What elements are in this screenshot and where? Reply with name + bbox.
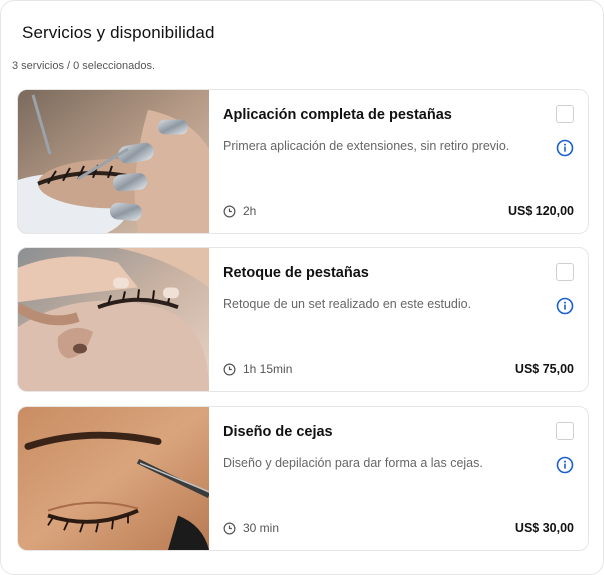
info-circle-icon[interactable] — [556, 297, 574, 315]
service-card-eyebrow-design[interactable]: Diseño de cejas Diseño y depilación para… — [17, 406, 589, 551]
service-name: Diseño de cejas — [223, 424, 333, 440]
service-image-lash-touch-up — [18, 248, 209, 391]
clock-icon — [223, 205, 236, 217]
service-name: Retoque de pestañas — [223, 265, 369, 281]
page-title: Servicios y disponibilidad — [22, 23, 215, 42]
info-circle-icon[interactable] — [556, 139, 574, 157]
duration-label: 30 min — [243, 521, 280, 535]
service-select-checkbox[interactable] — [556, 105, 574, 123]
service-description: Primera aplicación de extensiones, sin r… — [223, 139, 510, 153]
info-circle-icon[interactable] — [556, 456, 574, 474]
service-card-lash-touch-up[interactable]: Retoque de pestañas Retoque de un set re… — [17, 247, 589, 392]
clock-icon — [223, 522, 236, 534]
service-select-checkbox[interactable] — [556, 422, 574, 440]
service-price: US$ 120,00 — [507, 204, 574, 218]
service-price: US$ 75,00 — [514, 362, 574, 376]
service-image-eyebrow-design — [18, 407, 209, 550]
service-name: Aplicación completa de pestañas — [223, 107, 452, 123]
services-panel: Servicios y disponibilidad 3 servicios /… — [0, 0, 604, 575]
service-price: US$ 30,00 — [514, 521, 574, 535]
service-image-lash-application — [18, 90, 209, 233]
service-card-full-lash-application[interactable]: Aplicación completa de pestañas Primera … — [17, 89, 589, 234]
service-select-checkbox[interactable] — [556, 263, 574, 281]
service-duration: 1h 15min — [223, 362, 292, 376]
service-duration: 2h — [223, 204, 256, 218]
service-description: Diseño y depilación para dar forma a las… — [223, 456, 483, 470]
selection-count: 3 servicios / 0 seleccionados. — [12, 60, 156, 72]
service-duration: 30 min — [223, 521, 279, 535]
duration-label: 1h 15min — [243, 362, 293, 376]
clock-icon — [223, 363, 236, 375]
duration-label: 2h — [243, 204, 257, 218]
service-description: Retoque de un set realizado en este estu… — [223, 297, 472, 311]
